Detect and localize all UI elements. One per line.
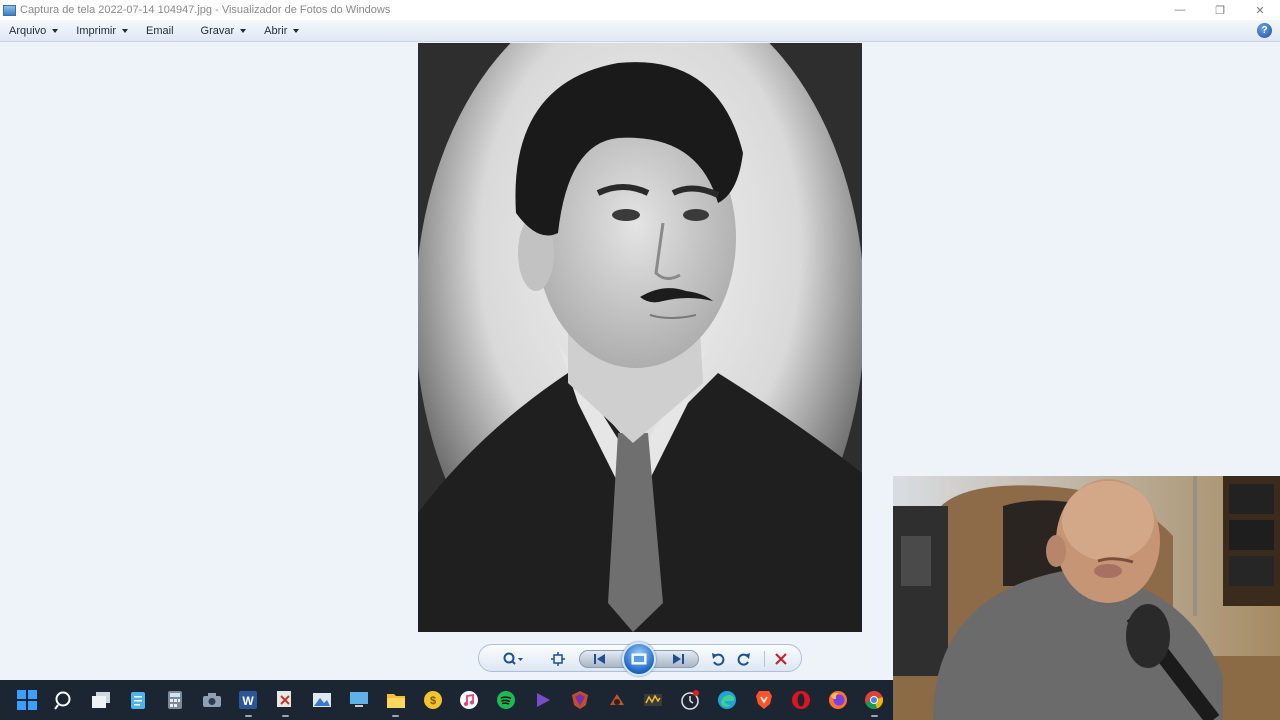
svg-text:$: $ [429, 695, 435, 707]
zoom-icon[interactable] [501, 648, 527, 670]
previous-icon[interactable] [589, 648, 611, 670]
menu-arquivo-label: Arquivo [9, 24, 47, 37]
controls-divider [764, 651, 765, 667]
chevron-down-icon [122, 28, 129, 33]
chevron-down-icon [240, 28, 247, 33]
menu-email-label: Email [146, 24, 174, 37]
chevron-down-icon [293, 28, 300, 33]
remote-desktop-icon[interactable] [340, 680, 377, 720]
shield-app-icon[interactable] [561, 680, 598, 720]
minimize-button[interactable]: — [1160, 0, 1200, 20]
rotate-right-icon[interactable] [733, 648, 755, 670]
restore-button[interactable]: ❐ [1200, 0, 1240, 20]
window-controls: — ❐ ✕ [1160, 0, 1280, 20]
running-indicator [871, 715, 879, 717]
menu-email[interactable]: Email [137, 20, 192, 42]
window-title: Captura de tela 2022-07-14 104947.jpg - … [20, 4, 391, 16]
title-bar: Captura de tela 2022-07-14 104947.jpg - … [0, 0, 1280, 20]
clock-app-icon[interactable] [672, 680, 709, 720]
menu-gravar-label: Gravar [200, 24, 235, 37]
rotate-left-icon[interactable] [707, 648, 729, 670]
task-view-icon[interactable] [83, 680, 120, 720]
webcam-video [893, 476, 1280, 720]
viewer-controls [478, 642, 802, 676]
menu-bar: Arquivo Imprimir Email Gravar Abrir ? [0, 20, 1280, 42]
webcam-overlay [893, 476, 1280, 720]
media-player-icon[interactable] [525, 680, 562, 720]
game-app-icon[interactable] [598, 680, 635, 720]
next-icon[interactable] [667, 648, 689, 670]
spotify-icon[interactable] [488, 680, 525, 720]
windows-start-icon[interactable] [9, 680, 46, 720]
firefox-icon[interactable] [819, 680, 856, 720]
portrait-photo [418, 43, 862, 632]
notepad-icon[interactable] [119, 680, 156, 720]
edge-icon[interactable] [709, 680, 746, 720]
photo-viewer-app-icon [3, 4, 16, 16]
chevron-down-icon [52, 28, 59, 33]
menu-imprimir[interactable]: Imprimir [67, 20, 137, 42]
delete-icon[interactable] [770, 648, 792, 670]
camera-icon[interactable] [193, 680, 230, 720]
chrome-icon[interactable] [856, 680, 893, 720]
svg-text:W: W [243, 694, 255, 708]
coin-app-icon[interactable]: $ [414, 680, 451, 720]
slideshow-icon[interactable] [622, 642, 656, 676]
menu-arquivo[interactable]: Arquivo [0, 20, 67, 42]
running-indicator [244, 715, 252, 717]
brave-icon[interactable] [746, 680, 783, 720]
word-icon[interactable]: W [230, 680, 267, 720]
menu-abrir-label: Abrir [264, 24, 288, 37]
taskbar: W $ [0, 680, 893, 720]
winamp-icon[interactable] [635, 680, 672, 720]
help-icon[interactable]: ? [1257, 23, 1272, 38]
running-indicator [281, 715, 289, 717]
snipping-tool-icon[interactable] [267, 680, 304, 720]
menu-gravar[interactable]: Gravar [192, 20, 256, 42]
photos-icon[interactable] [304, 680, 341, 720]
menu-abrir[interactable]: Abrir [255, 20, 308, 42]
itunes-icon[interactable] [451, 680, 488, 720]
search-icon[interactable] [46, 680, 83, 720]
file-explorer-icon[interactable] [377, 680, 414, 720]
displayed-photo [418, 43, 862, 632]
running-indicator [392, 715, 400, 717]
opera-icon[interactable] [782, 680, 819, 720]
calculator-icon[interactable] [156, 680, 193, 720]
close-button[interactable]: ✕ [1240, 0, 1280, 20]
actual-size-icon[interactable] [547, 648, 569, 670]
menu-imprimir-label: Imprimir [76, 24, 117, 37]
